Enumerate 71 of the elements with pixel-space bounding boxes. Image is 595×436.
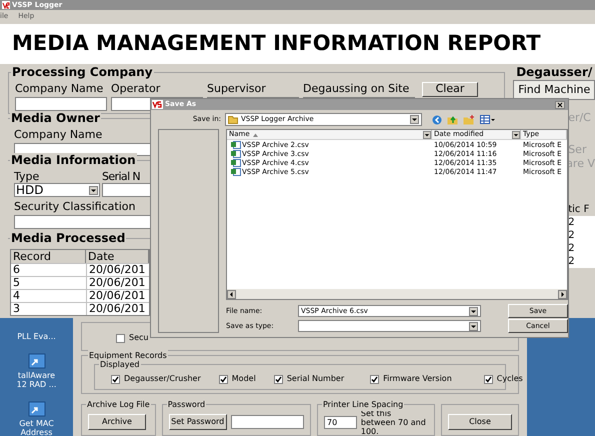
checkbox-label: Cycles — [496, 373, 523, 386]
column-header[interactable]: tic F — [568, 204, 595, 216]
group-title: Degausser/ — [515, 65, 594, 79]
field-label: Supervisor — [207, 82, 266, 95]
text-field[interactable] — [15, 97, 107, 111]
table-cell: 20/06/201 — [86, 290, 149, 302]
table-cell: 2 — [568, 255, 595, 268]
save-as-type-dropdown[interactable] — [298, 320, 481, 332]
table-cell: 2 — [568, 229, 595, 242]
group-title: Processing Company — [11, 65, 154, 79]
group-title: Displayed — [99, 359, 140, 372]
table-cell-text: 6 — [12, 264, 21, 276]
background-text: Ser — [568, 144, 588, 156]
new-folder-icon — [463, 114, 475, 125]
group-title: Printer Line Spacing — [322, 399, 404, 411]
checkbox-label: Secu — [129, 332, 148, 344]
table-cell-text: 4 — [12, 290, 21, 302]
checkbox[interactable] — [116, 334, 125, 343]
checkbox[interactable] — [484, 374, 493, 384]
checkbox-label: Model — [232, 373, 256, 386]
table-cell: 20/06/201 — [86, 277, 149, 289]
app-logo-icon — [152, 100, 163, 110]
desktop-icon-label[interactable]: Get MAC Address — [19, 419, 54, 436]
close-button[interactable]: Close — [448, 414, 512, 430]
table-cell: 2 — [568, 242, 595, 255]
checkbox[interactable] — [111, 374, 120, 384]
folder-icon — [228, 115, 238, 124]
find-machine-button[interactable]: Find Machine — [513, 80, 595, 100]
group-title: Archive Log File — [86, 399, 151, 411]
close-icon — [555, 100, 565, 109]
shortcut-icon — [28, 401, 46, 417]
archive-button[interactable]: Archive — [88, 414, 146, 430]
checkbox-label: Serial Number — [286, 373, 344, 386]
password-field[interactable] — [230, 415, 304, 429]
type-dropdown[interactable]: HDD — [14, 183, 100, 197]
checkbox-label: Degausser/Crusher — [124, 373, 201, 386]
line-spacing-field[interactable]: 70 — [324, 416, 357, 428]
background-text: er/C — [568, 112, 592, 124]
table-cell-text: 5 — [12, 277, 21, 289]
app-logo-icon — [2, 1, 10, 9]
sort-arrow-icon — [252, 132, 258, 136]
clear-button[interactable]: Clear — [422, 82, 478, 97]
group-title: Media Information — [10, 153, 137, 167]
field-label: Degaussing on Site — [303, 82, 410, 95]
report-heading: MEDIA MANAGEMENT INFORMATION REPORT — [12, 30, 541, 58]
group-title: Media Owner — [10, 111, 101, 125]
field-label: Serial N — [102, 170, 140, 183]
view-menu-icon — [480, 115, 495, 124]
desktop-icon-label[interactable]: tallAware 12 RAD ... — [16, 371, 56, 389]
checkbox-label: Firmware Version — [383, 373, 452, 386]
table-cell: 20/06/201 — [86, 303, 149, 315]
checkbox[interactable] — [218, 374, 228, 384]
table-cell-text: 3 — [12, 303, 21, 315]
shortcut-icon — [28, 353, 46, 369]
set-password-button[interactable]: Set Password — [168, 414, 227, 430]
field-label: Security Classification — [14, 200, 136, 213]
field-label: Company Name — [14, 128, 102, 141]
table-cell: 20/06/201 — [86, 264, 149, 276]
field-label: Type — [14, 170, 40, 183]
up-folder-icon — [447, 114, 458, 125]
desktop-icon-label[interactable]: PLL Eva... — [17, 332, 56, 341]
column-header[interactable]: Record — [11, 250, 86, 263]
group-title: Media Processed — [10, 231, 126, 245]
horizontal-scrollbar[interactable] — [227, 289, 567, 299]
back-icon — [432, 114, 442, 125]
checkbox[interactable] — [370, 374, 380, 384]
checkbox[interactable] — [274, 374, 283, 384]
table-cell: 2 — [568, 216, 595, 229]
field-label: Company Name — [15, 82, 104, 95]
field-label: Operator — [111, 82, 160, 95]
column-header[interactable]: Date — [86, 250, 149, 263]
